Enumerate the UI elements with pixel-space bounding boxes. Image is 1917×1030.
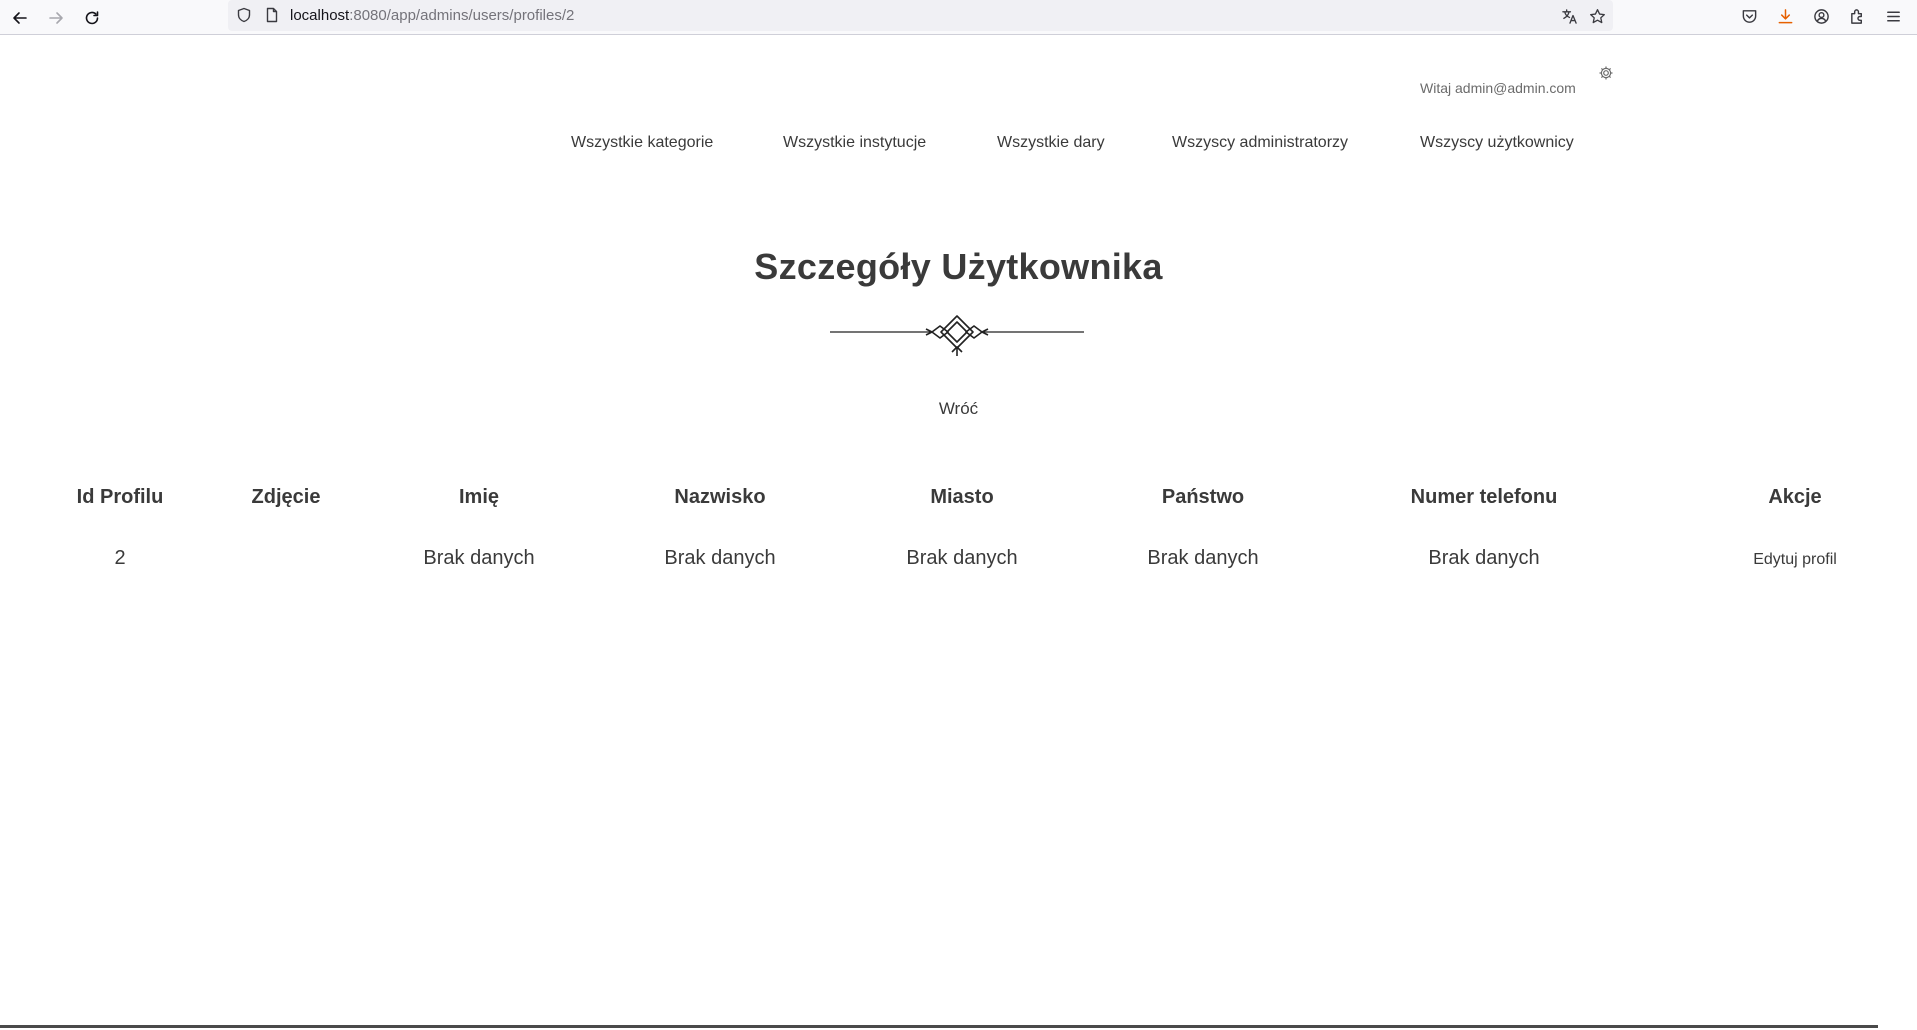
header-city: Miasto [930, 486, 994, 508]
nav-all-users[interactable]: Wszyscy użytkownicy [1420, 134, 1574, 152]
browser-toolbar: localhost:8080/app/admins/users/profiles… [0, 0, 1917, 35]
url-path: :8080/app/admins/users/profiles/2 [349, 7, 575, 24]
edit-profile-link[interactable]: Edytuj profil [1753, 551, 1837, 569]
cell-phone: Brak danych [1428, 547, 1540, 569]
nav-all-admins[interactable]: Wszyscy administratorzy [1172, 134, 1348, 152]
reload-icon[interactable] [78, 4, 106, 32]
nav-all-categories[interactable]: Wszystkie kategorie [571, 134, 713, 152]
header-actions: Akcje [1768, 486, 1822, 508]
gear-icon[interactable] [1598, 65, 1614, 81]
back-icon[interactable] [6, 4, 34, 32]
nav-all-donations[interactable]: Wszystkie dary [997, 134, 1105, 152]
extensions-icon[interactable] [1848, 7, 1866, 25]
translate-icon[interactable] [1560, 7, 1578, 25]
cell-country: Brak danych [1147, 547, 1259, 569]
menu-icon[interactable] [1884, 7, 1902, 25]
cell-city: Brak danych [906, 547, 1018, 569]
url-text[interactable]: localhost:8080/app/admins/users/profiles… [290, 7, 574, 24]
url-host: localhost [290, 7, 350, 24]
header-last-name: Nazwisko [674, 486, 766, 508]
download-icon[interactable] [1776, 7, 1794, 25]
header-first-name: Imię [458, 486, 500, 508]
header-phone: Numer telefonu [1410, 486, 1558, 508]
header-country: Państwo [1161, 486, 1245, 508]
cell-last-name: Brak danych [664, 547, 776, 569]
nav-all-institutions[interactable]: Wszystkie instytucje [783, 134, 926, 152]
bookmark-star-icon[interactable] [1588, 7, 1606, 25]
shield-icon[interactable] [236, 7, 252, 23]
greeting-text: Witaj admin@admin.com [1420, 80, 1576, 96]
back-link[interactable]: Wróć [0, 399, 1917, 419]
page-icon[interactable] [264, 7, 280, 23]
header-profile-id: Id Profilu [76, 486, 164, 508]
header-photo: Zdjęcie [251, 486, 321, 508]
cell-profile-id: 2 [114, 547, 126, 569]
main-nav: Wszystkie kategorie Wszystkie instytucje… [0, 134, 1917, 156]
account-icon[interactable] [1812, 7, 1830, 25]
url-bar[interactable]: localhost:8080/app/admins/users/profiles… [228, 0, 1613, 31]
ornament-divider [830, 315, 1084, 356]
pocket-icon[interactable] [1740, 7, 1758, 25]
forward-icon[interactable] [42, 4, 70, 32]
page-title: Szczegóły Użytkownika [754, 246, 1163, 287]
page-bottom-border [0, 1025, 1878, 1028]
cell-first-name: Brak danych [423, 547, 535, 569]
